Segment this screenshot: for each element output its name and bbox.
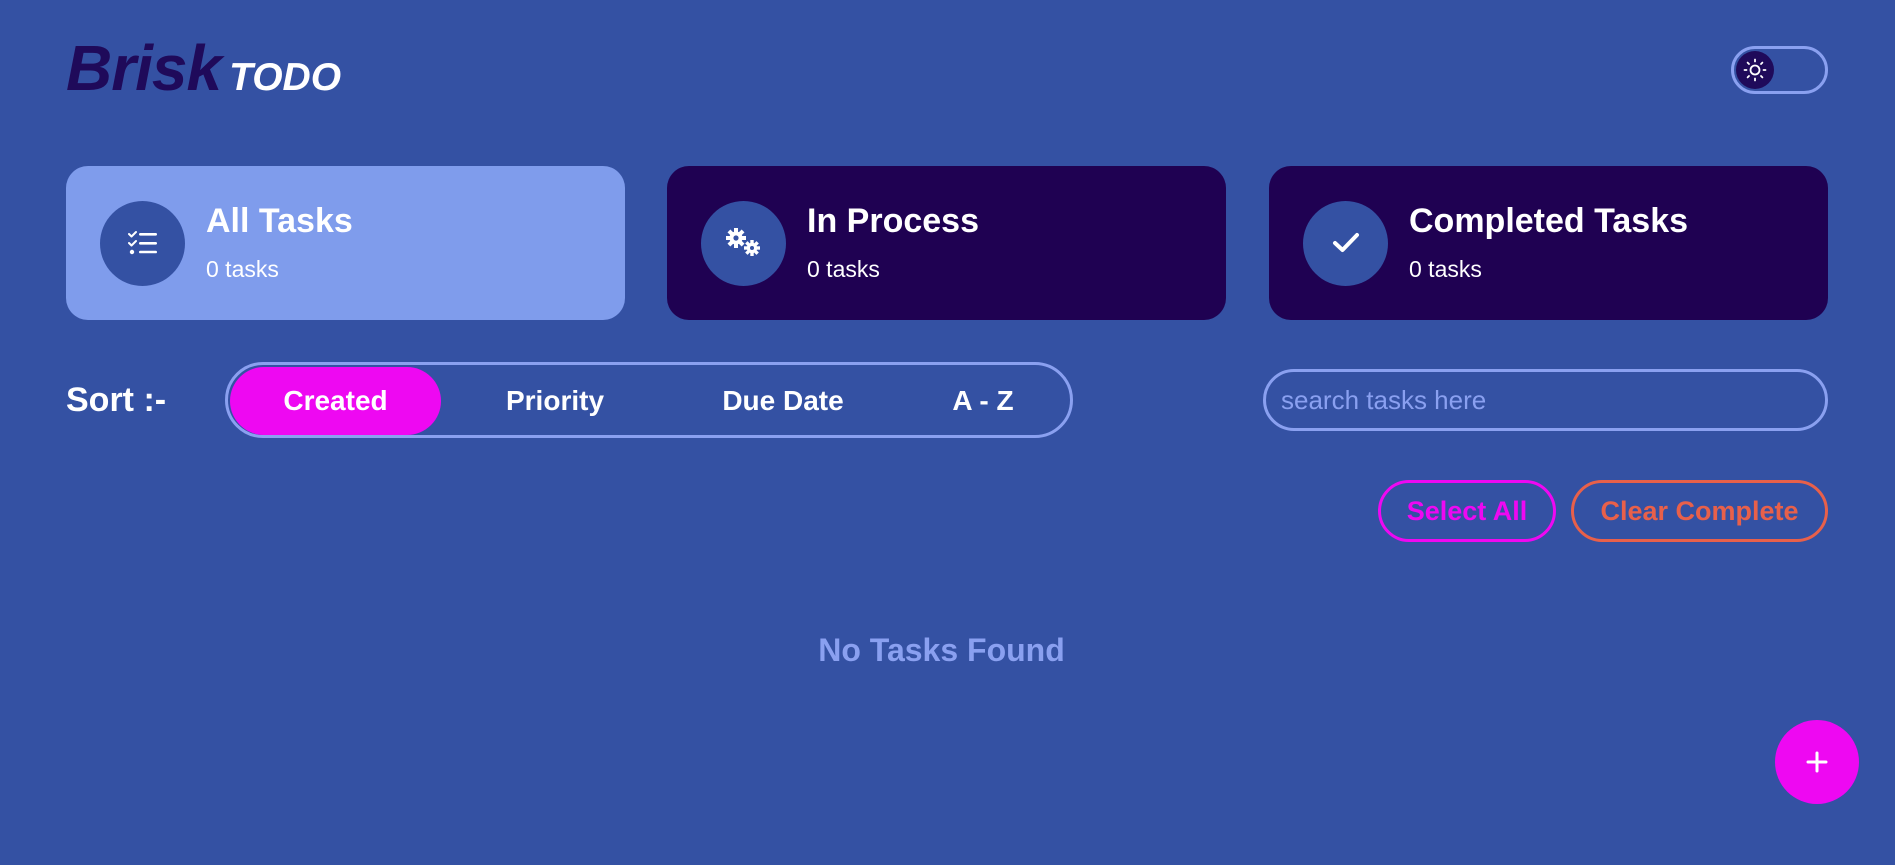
card-count: 0 tasks: [1409, 256, 1482, 283]
sun-icon: [1743, 58, 1767, 82]
logo-suffix: TODO: [229, 56, 342, 99]
list-check-icon: [127, 231, 157, 255]
check-icon: [1332, 233, 1359, 252]
card-count: 0 tasks: [206, 256, 279, 283]
search-input[interactable]: [1263, 369, 1828, 431]
card-all-tasks[interactable]: All Tasks 0 tasks: [66, 166, 625, 320]
card-icon-wrap: [100, 200, 185, 286]
card-icon-wrap: [1303, 200, 1388, 286]
clear-complete-button[interactable]: Clear Complete: [1571, 480, 1828, 542]
card-title: All Tasks: [206, 201, 353, 240]
empty-state-text: No Tasks Found: [818, 632, 1065, 668]
sort-label: Sort :-: [66, 381, 167, 419]
card-count: 0 tasks: [807, 256, 880, 283]
sort-segmented-control: Created Priority Due Date A - Z: [225, 362, 1073, 438]
sort-option-created[interactable]: Created: [230, 367, 441, 435]
card-completed-tasks[interactable]: Completed Tasks 0 tasks: [1269, 166, 1828, 320]
theme-toggle-knob: [1736, 51, 1774, 89]
sort-option-priority[interactable]: Priority: [450, 367, 660, 435]
card-title: Completed Tasks: [1409, 201, 1689, 240]
app-logo: Brisk TODO: [66, 36, 341, 100]
app-root: Brisk TODO All Tasks 0 tasks In Process …: [0, 0, 1895, 865]
card-in-process[interactable]: In Process 0 tasks: [667, 166, 1226, 320]
sort-option-due-date[interactable]: Due Date: [668, 367, 898, 435]
empty-state-message: No Tasks Found: [0, 632, 1895, 669]
select-all-button[interactable]: Select All: [1378, 480, 1556, 542]
sort-option-a-z[interactable]: A - Z: [898, 367, 1068, 435]
theme-toggle[interactable]: [1731, 46, 1828, 94]
gears-icon: [725, 228, 760, 256]
plus-icon: [1806, 751, 1828, 773]
logo-brand: Brisk: [66, 32, 222, 104]
card-title: In Process: [807, 201, 979, 240]
card-icon-wrap: [701, 200, 786, 286]
add-task-button[interactable]: [1775, 720, 1859, 804]
